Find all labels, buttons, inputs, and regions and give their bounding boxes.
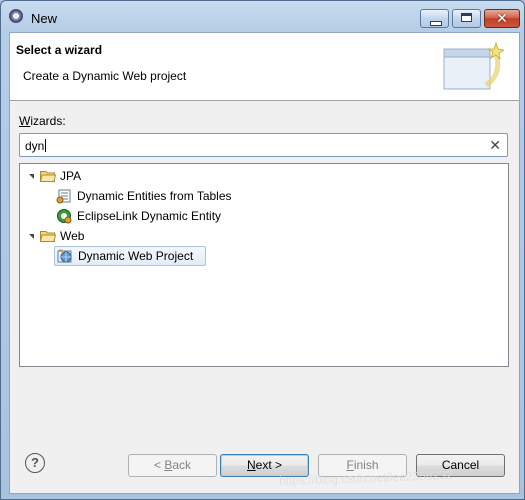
close-icon: ✕ xyxy=(496,10,508,26)
dialog-client-area: Select a wizard Create a Dynamic Web pro… xyxy=(9,32,520,494)
tree-item-dynamic-web-project[interactable]: Dynamic Web Project xyxy=(54,246,206,266)
banner-title: Select a wizard xyxy=(16,43,103,57)
expand-arrow-icon[interactable] xyxy=(29,174,34,179)
expand-arrow-icon[interactable] xyxy=(29,234,34,239)
wizard-graphic-icon xyxy=(443,41,504,90)
text-caret xyxy=(45,139,47,152)
wizard-banner: Select a wizard Create a Dynamic Web pro… xyxy=(10,33,519,101)
web-project-icon xyxy=(57,249,72,263)
tree-item-label: EclipseLink Dynamic Entity xyxy=(77,209,222,223)
wizard-filter-input[interactable]: dyn ✕ xyxy=(19,133,508,157)
folder-icon xyxy=(40,231,56,242)
title-bar[interactable]: New ✕ xyxy=(1,1,524,33)
tree-item-label: Dynamic Web Project xyxy=(78,249,194,263)
tree-item-eclipselink-dynamic-entity[interactable]: EclipseLink Dynamic Entity xyxy=(56,207,256,225)
tree-group-label: JPA xyxy=(60,169,82,183)
tree-item-dynamic-entities[interactable]: Dynamic Entities from Tables xyxy=(56,187,256,205)
eclipse-icon xyxy=(9,9,23,23)
tree-group-web[interactable]: Web xyxy=(26,227,146,245)
help-icon[interactable]: ? xyxy=(25,453,45,473)
clear-filter-icon[interactable]: ✕ xyxy=(489,137,501,154)
entity-icon xyxy=(56,189,71,204)
banner-description: Create a Dynamic Web project xyxy=(23,69,187,83)
wizard-tree[interactable]: JPA Dynamic Entities from Tables Eclipse… xyxy=(19,163,509,367)
tree-group-jpa[interactable]: JPA xyxy=(26,167,146,185)
tree-item-label: Dynamic Entities from Tables xyxy=(77,189,232,203)
filter-value: dyn xyxy=(25,139,45,153)
minimize-button[interactable] xyxy=(420,9,449,28)
close-button[interactable]: ✕ xyxy=(484,9,520,28)
eclipselink-entity-icon xyxy=(57,209,72,224)
wizards-label: Wizards: xyxy=(19,114,66,128)
folder-icon xyxy=(40,171,56,182)
back-button[interactable]: < Back xyxy=(128,454,217,477)
tree-group-label: Web xyxy=(60,229,85,243)
maximize-button[interactable] xyxy=(452,9,481,28)
new-wizard-window: New ✕ Select a wizard Create a Dynamic W… xyxy=(0,0,525,500)
window-title: New xyxy=(31,11,58,26)
